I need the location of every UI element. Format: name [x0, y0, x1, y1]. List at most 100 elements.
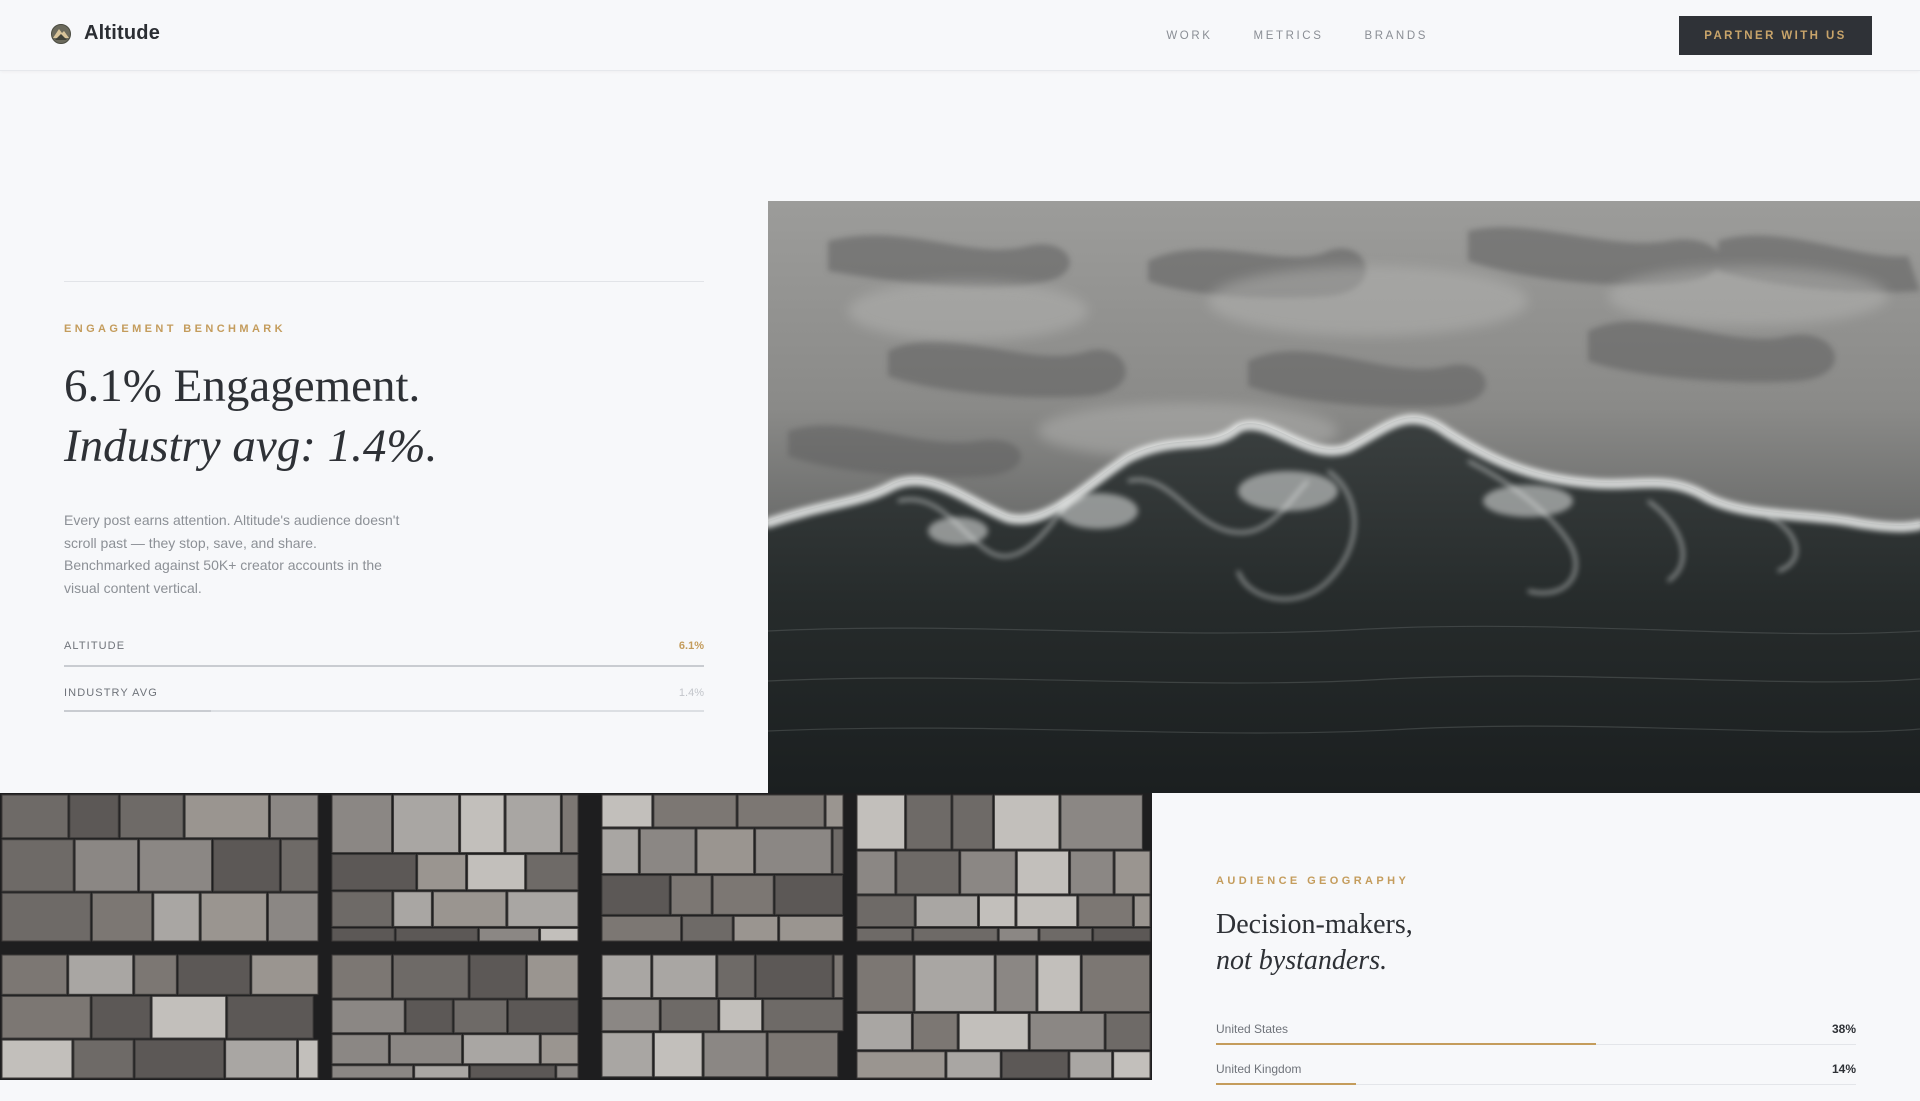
rooftop: [1, 995, 91, 1039]
section-divider: [64, 281, 704, 282]
country-bar: [1216, 1043, 1856, 1045]
rooftop: [298, 1039, 319, 1079]
rooftop: [1105, 1012, 1151, 1051]
rooftop: [1078, 895, 1133, 927]
rooftop: [856, 954, 914, 1012]
geography-headline-line-2: not bystanders.: [1216, 945, 1388, 976]
rooftop: [896, 850, 960, 895]
rooftop: [561, 794, 579, 854]
rooftop: [682, 915, 733, 942]
headline-line-2: Industry avg: 1.4%.: [64, 420, 438, 472]
rooftop: [69, 794, 119, 839]
rooftop: [906, 794, 952, 850]
rooftop: [414, 1065, 470, 1079]
country-list: United States 38% United Kingdom 14%: [1216, 1021, 1856, 1101]
rooftop: [507, 891, 579, 927]
rooftop: [526, 954, 579, 999]
rooftop: [467, 854, 526, 891]
rooftop: [601, 794, 653, 828]
rooftop: [91, 995, 151, 1039]
rooftop: [469, 954, 526, 999]
rooftop: [453, 999, 508, 1034]
rooftop: [556, 1065, 579, 1079]
nav-link-brands[interactable]: BRANDS: [1364, 30, 1428, 42]
rooftop: [670, 875, 712, 915]
rooftop: [184, 794, 269, 839]
rooftop: [331, 854, 417, 891]
rooftop: [417, 854, 467, 891]
rooftop: [639, 828, 696, 875]
rooftop: [508, 999, 579, 1034]
partner-with-us-button[interactable]: PARTNER WITH US: [1679, 16, 1872, 55]
rooftop: [269, 794, 319, 839]
geography-eyebrow: AUDIENCE GEOGRAPHY: [1216, 875, 1410, 887]
rooftop: [1133, 895, 1151, 927]
engagement-eyebrow: ENGAGEMENT BENCHMARK: [64, 323, 286, 335]
rooftop: [393, 794, 460, 854]
metric-row-altitude: ALTITUDE 6.1%: [64, 640, 704, 660]
rooftop: [1093, 927, 1151, 942]
nav-link-metrics[interactable]: METRICS: [1254, 30, 1324, 42]
rooftop: [1, 1039, 73, 1079]
rooftop: [995, 954, 1037, 1012]
rooftop: [1, 954, 68, 995]
engagement-headline: 6.1% Engagement. Industry avg: 1.4%.: [64, 356, 437, 476]
rooftop: [993, 794, 1060, 850]
metric-value: 6.1%: [678, 640, 704, 652]
rooftop: [1029, 1012, 1105, 1051]
rooftop: [134, 1039, 225, 1079]
rooftop: [652, 954, 717, 999]
rooftop: [331, 794, 393, 854]
rooftop: [227, 995, 314, 1039]
rooftop: [1114, 850, 1151, 895]
country-row-us: United States 38%: [1216, 1021, 1856, 1061]
geography-headline: Decision-makers, not bystanders.: [1216, 907, 1413, 979]
rooftop: [134, 954, 177, 995]
rooftop: [139, 839, 213, 892]
metric-value: 1.4%: [678, 687, 704, 699]
rooftop: [1016, 850, 1070, 895]
rooftop: [405, 999, 453, 1034]
rooftop: [526, 854, 579, 891]
rooftop: [213, 839, 280, 892]
rooftop: [833, 954, 844, 999]
rooftop: [1113, 1051, 1151, 1079]
rooftop: [719, 999, 763, 1032]
rooftop: [460, 794, 505, 854]
rooftop: [978, 895, 1016, 927]
rooftop: [998, 927, 1039, 942]
rooftop: [958, 1012, 1029, 1051]
rooftop: [915, 895, 978, 927]
nav-link-work[interactable]: WORK: [1166, 30, 1212, 42]
rooftop: [267, 892, 319, 942]
rooftop: [601, 954, 652, 999]
rooftop: [1070, 850, 1114, 895]
rooftop: [1037, 954, 1081, 1012]
brand[interactable]: Altitude: [50, 22, 160, 45]
mountain-logo-icon: [51, 23, 71, 44]
rooftop: [393, 891, 432, 927]
rooftop: [856, 927, 913, 942]
rooftop: [832, 828, 844, 875]
rooftop: [432, 891, 507, 927]
rooftop: [763, 999, 844, 1032]
rooftop: [1039, 927, 1093, 942]
rooftop: [225, 1039, 298, 1079]
rooftop: [755, 828, 832, 875]
rooftop: [946, 1051, 1001, 1079]
rooftop: [696, 828, 755, 875]
metric-bar-altitude: [64, 665, 704, 667]
aerial-city-image: [0, 793, 1152, 1080]
rooftop: [1016, 895, 1078, 927]
rooftop: [601, 999, 660, 1032]
rooftop: [717, 954, 755, 999]
geography-headline-line-1: Decision-makers,: [1216, 909, 1413, 940]
rooftop: [389, 1034, 463, 1065]
engagement-body: Every post earns attention. Altitude's a…: [64, 512, 400, 596]
rooftop: [601, 1032, 653, 1078]
rooftop: [331, 999, 405, 1034]
country-name: United Kingdom: [1216, 1062, 1302, 1076]
metric-row-industry: INDUSTRY AVG 1.4%: [64, 687, 704, 707]
rooftop: [856, 895, 915, 927]
rooftop: [331, 1034, 389, 1065]
